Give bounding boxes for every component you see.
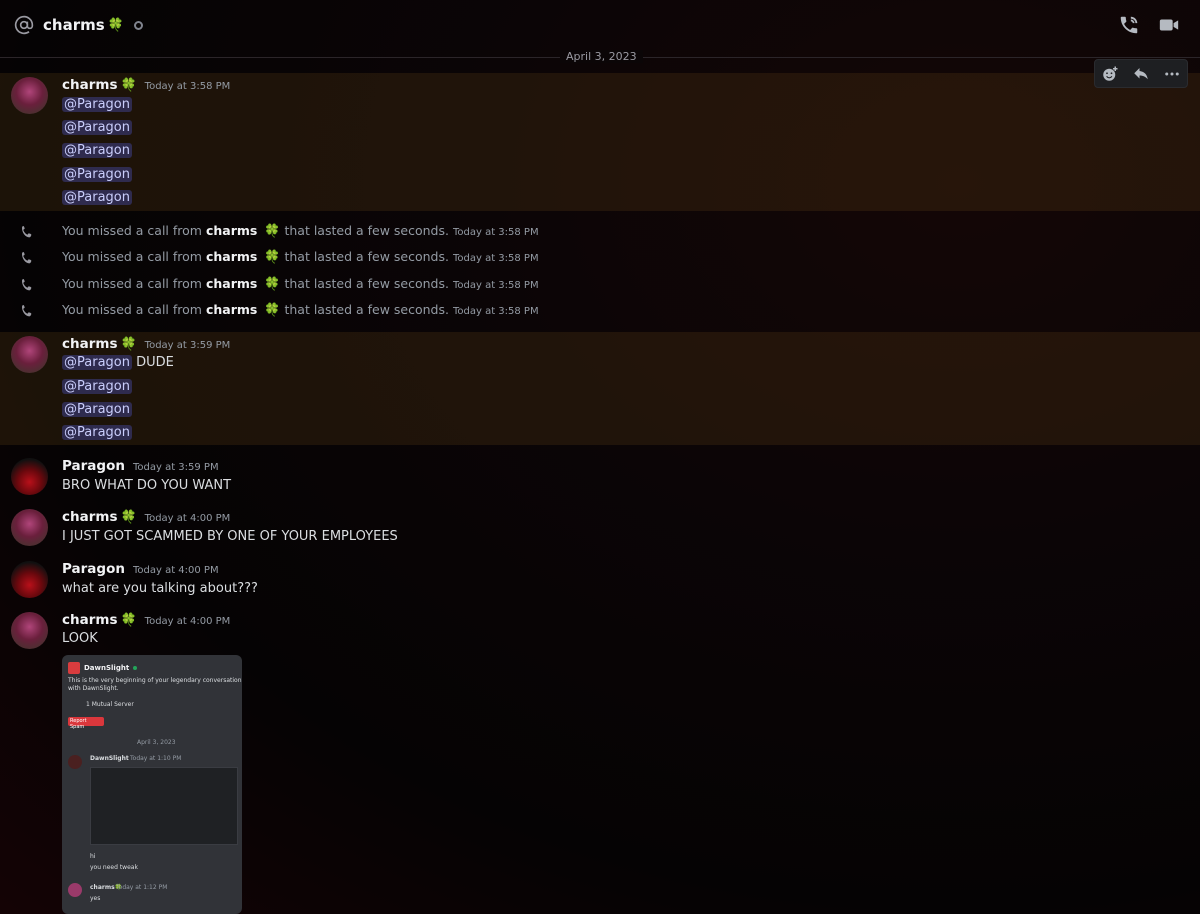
avatar[interactable] xyxy=(11,612,48,649)
date-divider: April 3, 2023 xyxy=(560,50,643,63)
message-text: LOOK xyxy=(62,631,98,646)
mention[interactable]: @Paragon xyxy=(62,97,132,112)
missed-call-line: You missed a call from charms 🍀 that las… xyxy=(62,276,539,292)
missed-call-icon xyxy=(22,226,32,238)
missed-call-icon xyxy=(22,279,32,291)
mention[interactable]: @Paragon xyxy=(62,167,132,182)
missed-call-icon xyxy=(22,252,32,264)
app-icon xyxy=(68,662,80,674)
nested-screenshot xyxy=(90,767,238,845)
message-line: @Paragon xyxy=(62,167,132,182)
avatar xyxy=(68,883,82,897)
message-group: charms 🍀 Today at 3:58 PM @Paragon @Parago… xyxy=(0,73,1200,211)
message-group: Paragon Today at 4:00 PM what are you tal… xyxy=(0,558,1200,604)
message-group: charms 🍀 Today at 4:00 PM LOOK xyxy=(0,609,1200,655)
message-group: charms 🍀 Today at 4:00 PM I JUST GOT SCAMM… xyxy=(0,506,1200,552)
channel-header: charms 🍀 xyxy=(0,0,1200,50)
channel-title: charms xyxy=(43,16,105,34)
more-icon[interactable] xyxy=(1163,65,1181,83)
mention[interactable]: @Paragon xyxy=(62,402,132,417)
message-text: what are you talking about??? xyxy=(62,581,258,596)
message-text: BRO WHAT DO YOU WANT xyxy=(62,478,232,493)
mention[interactable]: @Paragon xyxy=(62,379,132,394)
at-icon xyxy=(14,15,34,35)
timestamp: Today at 3:59 PM xyxy=(132,462,219,473)
message-text: I JUST GOT SCAMMED BY ONE OF YOUR EMPLOY… xyxy=(62,529,398,544)
caller-name[interactable]: charms xyxy=(206,249,257,264)
timestamp: Today at 4:00 PM xyxy=(144,513,231,524)
avatar[interactable] xyxy=(11,509,48,546)
message-line: @Paragon xyxy=(62,120,132,135)
add-reaction-icon[interactable] xyxy=(1101,65,1119,83)
timestamp: Today at 4:00 PM xyxy=(132,565,219,576)
avatar[interactable] xyxy=(11,561,48,598)
header-actions xyxy=(1118,14,1200,36)
mention[interactable]: @Paragon xyxy=(62,120,132,135)
reply-icon[interactable] xyxy=(1132,65,1150,83)
mention[interactable]: @Paragon xyxy=(62,425,132,440)
avatar[interactable] xyxy=(11,336,48,373)
title-emoji: 🍀 xyxy=(107,17,124,33)
message-group: Paragon Today at 3:59 PM BRO WHAT DO YOU … xyxy=(0,455,1200,501)
author-name[interactable]: charms 🍀 Today at 3:59 PM xyxy=(62,336,230,352)
caller-name[interactable]: charms xyxy=(206,223,257,238)
author-name[interactable]: Paragon Today at 3:59 PM xyxy=(62,458,219,474)
caller-name[interactable]: charms xyxy=(206,302,257,317)
avatar xyxy=(68,755,82,769)
avatar[interactable] xyxy=(11,458,48,495)
status-indicator xyxy=(133,20,143,30)
message-hover-toolbar xyxy=(1094,59,1188,88)
missed-call-line: You missed a call from charms 🍀 that las… xyxy=(62,223,539,239)
avatar[interactable] xyxy=(11,77,48,114)
timestamp: Today at 3:58 PM xyxy=(144,81,231,92)
author-name[interactable]: charms 🍀 Today at 4:00 PM xyxy=(62,612,230,628)
message-group: charms 🍀 Today at 3:59 PM @Paragon DUDE @P… xyxy=(0,332,1200,445)
author-name[interactable]: charms 🍀 Today at 3:58 PM xyxy=(62,77,230,93)
missed-call-line: You missed a call from charms 🍀 that las… xyxy=(62,302,539,318)
message-line: @Paragon xyxy=(62,143,132,158)
timestamp: Today at 3:59 PM xyxy=(144,340,231,351)
author-name[interactable]: charms 🍀 Today at 4:00 PM xyxy=(62,509,230,525)
caller-name[interactable]: charms xyxy=(206,276,257,291)
image-attachment[interactable]: DawnSlight This is the very beginning of… xyxy=(62,655,242,914)
mention[interactable]: @Paragon xyxy=(62,355,132,370)
message-line: @Paragon xyxy=(62,97,132,112)
message-line: @Paragon xyxy=(62,190,132,205)
mention[interactable]: @Paragon xyxy=(62,190,132,205)
missed-call-icon xyxy=(22,305,32,317)
message-line: @Paragon DUDE xyxy=(62,355,174,370)
message-line: @Paragon xyxy=(62,402,132,417)
mention[interactable]: @Paragon xyxy=(62,143,132,158)
missed-call-line: You missed a call from charms 🍀 that las… xyxy=(62,249,539,265)
video-icon[interactable] xyxy=(1158,14,1180,36)
author-name[interactable]: Paragon Today at 4:00 PM xyxy=(62,561,219,577)
online-dot xyxy=(133,666,138,670)
phone-call-icon[interactable] xyxy=(1118,14,1140,36)
message-line: @Paragon xyxy=(62,425,132,440)
message-line: @Paragon xyxy=(62,379,132,394)
timestamp: Today at 4:00 PM xyxy=(144,616,231,627)
